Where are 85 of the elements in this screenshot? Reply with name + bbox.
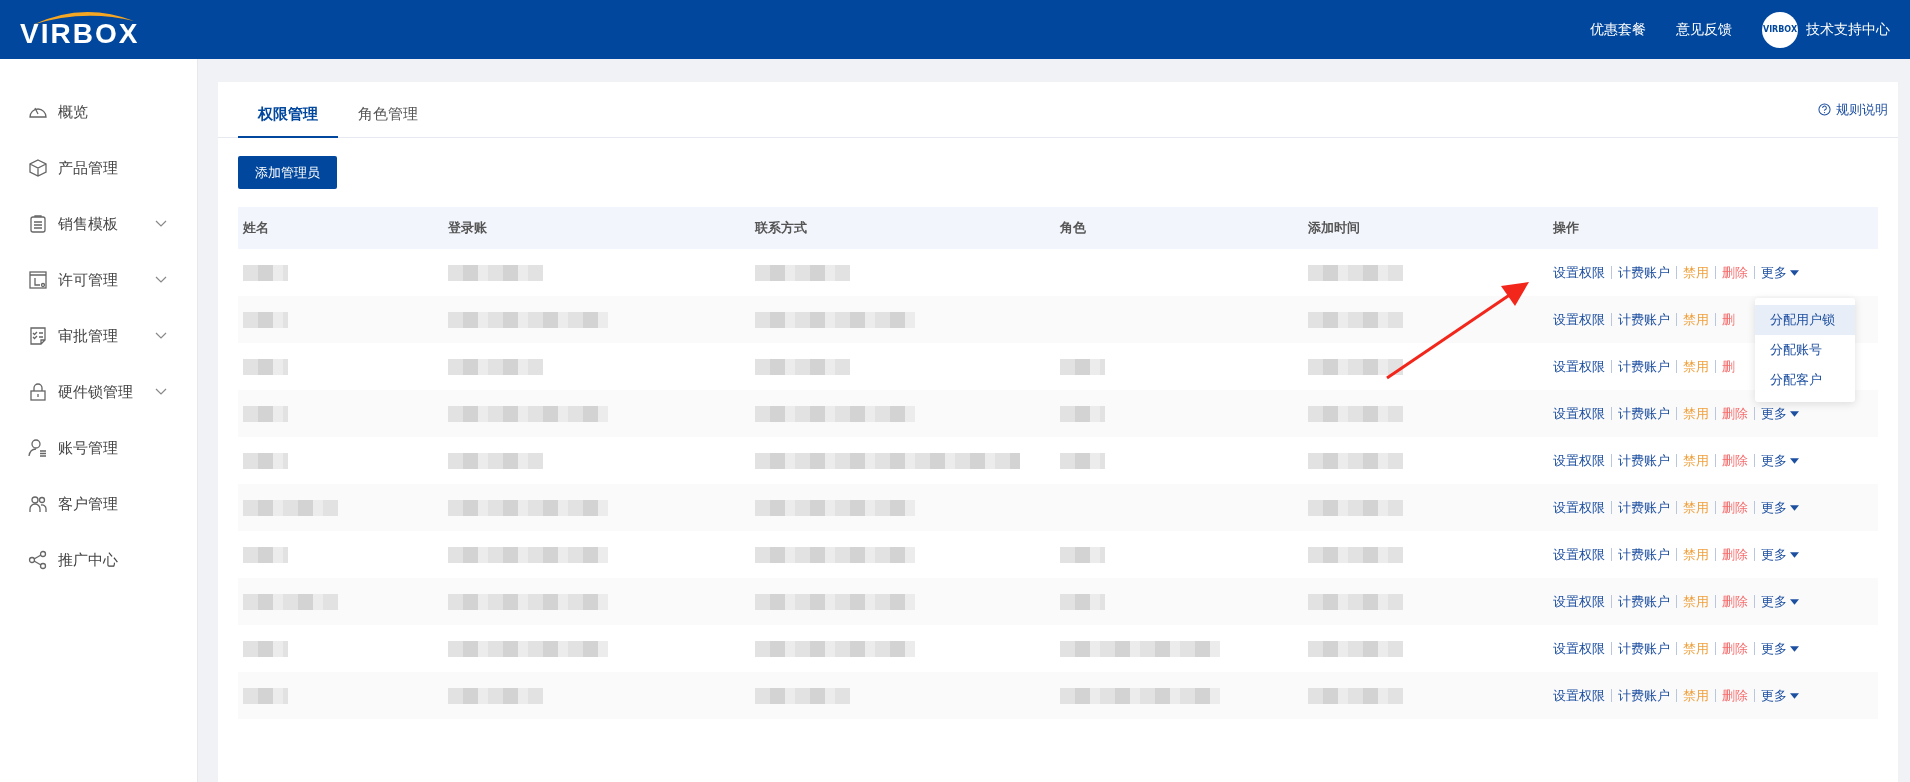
sidebar-item[interactable]: 硬件锁管理 [0, 364, 197, 420]
caret-icon [1790, 269, 1799, 276]
lock-icon [28, 382, 48, 402]
action-link[interactable]: 设置权限 [1553, 404, 1605, 423]
column-header: 联系方式 [754, 219, 808, 237]
header-link[interactable]: 优惠套餐 [1590, 20, 1646, 39]
cube-icon [28, 158, 48, 178]
sidebar-item[interactable]: 许可管理 [0, 252, 197, 308]
action-link[interactable]: 设置权限 [1553, 545, 1605, 564]
action-link[interactable]: 计费账户 [1618, 357, 1670, 376]
blurred-text [1060, 358, 1105, 375]
blurred-text [243, 452, 288, 469]
caret-icon [1790, 504, 1799, 511]
sidebar-item[interactable]: 客户管理 [0, 476, 197, 532]
more-dropdown[interactable]: 更多 [1761, 592, 1799, 611]
caret-icon [1790, 598, 1799, 605]
blurred-text [1060, 546, 1105, 563]
menu-item[interactable]: 分配用户锁 [1755, 305, 1855, 335]
more-dropdown[interactable]: 更多 [1761, 639, 1799, 658]
more-dropdown[interactable]: 更多 [1761, 498, 1799, 517]
action-link[interactable]: 设置权限 [1553, 263, 1605, 282]
action-link[interactable]: 设置权限 [1553, 686, 1605, 705]
caret-icon [1790, 692, 1799, 699]
header-link[interactable]: 意见反馈 [1676, 20, 1732, 39]
caret-icon [1790, 551, 1799, 558]
sidebar-item[interactable]: 产品管理 [0, 140, 197, 196]
action-link[interactable]: 设置权限 [1553, 592, 1605, 611]
sidebar-item[interactable]: 推广中心 [0, 532, 197, 588]
column-header: 添加时间 [1307, 219, 1361, 237]
menu-item[interactable]: 分配账号 [1755, 335, 1855, 365]
action-link[interactable]: 计费账户 [1618, 451, 1670, 470]
caret-icon [1790, 457, 1799, 464]
more-dropdown[interactable]: 更多 [1761, 451, 1799, 470]
add-admin-button[interactable]: 添加管理员 [238, 156, 337, 189]
users-icon [28, 494, 48, 514]
more-dropdown[interactable]: 更多 [1761, 686, 1799, 705]
more-dropdown[interactable]: 更多 [1761, 404, 1799, 423]
action-link[interactable]: 计费账户 [1618, 592, 1670, 611]
caret-icon [1790, 645, 1799, 652]
blurred-text [243, 640, 288, 657]
action-link[interactable]: 设置权限 [1553, 498, 1605, 517]
blurred-text [243, 405, 288, 422]
action-link[interactable]: 计费账户 [1618, 263, 1670, 282]
user-icon [28, 438, 48, 458]
tab[interactable]: 角色管理 [338, 92, 438, 138]
blurred-text [1060, 405, 1105, 422]
blurred-text [1060, 452, 1105, 469]
action-link[interactable]: 设置权限 [1553, 310, 1605, 329]
menu-item[interactable]: 分配客户 [1755, 365, 1855, 395]
share-icon [28, 550, 48, 570]
tab[interactable]: 权限管理 [238, 92, 338, 138]
column-header: 操作 [1552, 219, 1580, 237]
action-link[interactable]: 设置权限 [1553, 357, 1605, 376]
action-link[interactable]: 设置权限 [1553, 451, 1605, 470]
column-header: 登录账 [447, 219, 488, 237]
action-link[interactable]: 计费账户 [1618, 639, 1670, 658]
clipboard-icon [28, 214, 48, 234]
license-icon [28, 270, 48, 290]
column-header: 角色 [1059, 219, 1087, 237]
sidebar-item[interactable]: 概览 [0, 84, 197, 140]
action-link[interactable]: 计费账户 [1618, 404, 1670, 423]
help-icon [1818, 103, 1831, 116]
checklist-icon [28, 326, 48, 346]
sidebar-item[interactable]: 销售模板 [0, 196, 197, 252]
action-link[interactable]: 计费账户 [1618, 545, 1670, 564]
sidebar-item[interactable]: 审批管理 [0, 308, 197, 364]
more-dropdown[interactable]: 更多 [1761, 545, 1799, 564]
column-header: 姓名 [242, 219, 270, 237]
blurred-text [243, 546, 288, 563]
logo-text: VIRBOX [20, 18, 140, 49]
action-link[interactable]: 计费账户 [1618, 686, 1670, 705]
blurred-text [243, 311, 288, 328]
more-dropdown[interactable]: 更多 [1761, 263, 1799, 282]
avatar[interactable]: VIRBOX [1762, 11, 1798, 48]
user-name[interactable]: 技术支持中心 [1806, 20, 1890, 39]
action-link[interactable]: 设置权限 [1553, 639, 1605, 658]
blurred-text [1060, 593, 1105, 610]
sidebar-item[interactable]: 账号管理 [0, 420, 197, 476]
help-link[interactable]: 规则说明 [1818, 100, 1888, 119]
action-link[interactable]: 计费账户 [1618, 310, 1670, 329]
caret-icon [1790, 410, 1799, 417]
action-link[interactable]: 计费账户 [1618, 498, 1670, 517]
blurred-text [243, 358, 288, 375]
blurred-text [243, 687, 288, 704]
blurred-text [243, 264, 288, 281]
